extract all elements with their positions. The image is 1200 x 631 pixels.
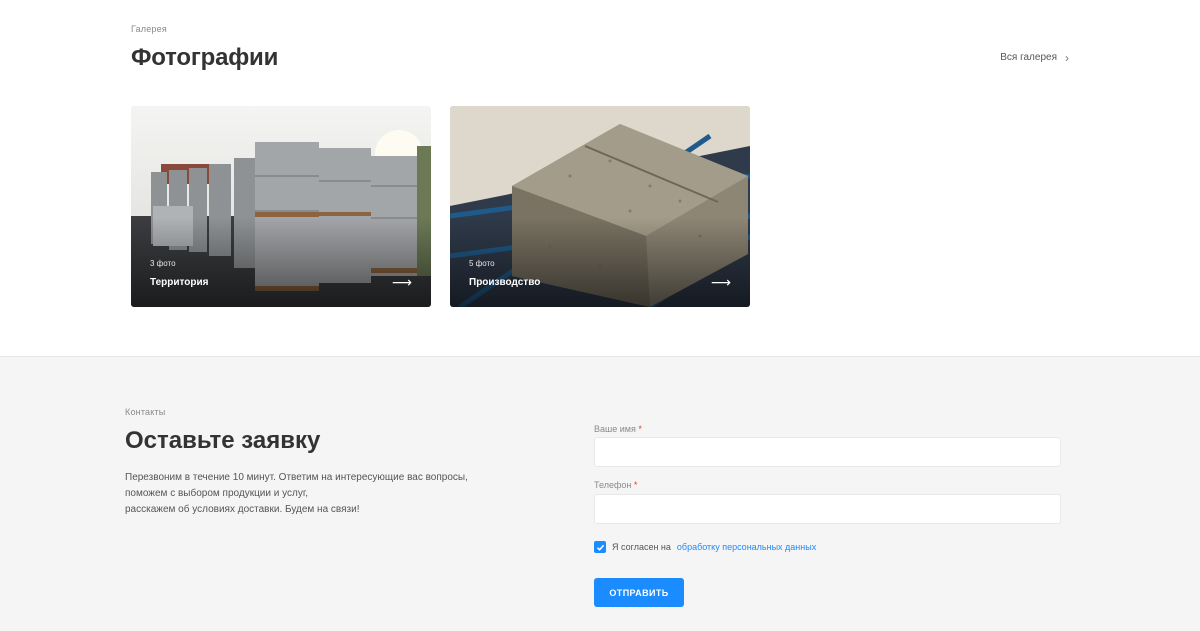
contact-description: Перезвоним в течение 10 минут. Ответим н… xyxy=(125,470,525,518)
gallery-card-territory[interactable]: 3 фото Территория ⟶ xyxy=(131,106,431,307)
name-input[interactable] xyxy=(594,437,1061,467)
consent-checkbox[interactable] xyxy=(594,541,606,553)
card-title: Производство xyxy=(469,277,541,288)
phone-label: Телефон * xyxy=(594,480,637,490)
gallery-section: Галерея Фотографии Вся галерея › 3 фото … xyxy=(0,0,1200,356)
chevron-right-icon: › xyxy=(1065,50,1069,65)
gallery-eyebrow: Галерея xyxy=(131,24,167,34)
card-photo-count: 3 фото xyxy=(150,259,176,268)
arrow-right-icon: ⟶ xyxy=(391,274,412,290)
gallery-card-production[interactable]: 5 фото Производство ⟶ xyxy=(450,106,750,307)
all-gallery-link[interactable]: Вся галерея › xyxy=(1000,50,1069,65)
card-shade xyxy=(131,217,431,307)
name-label-text: Ваше имя xyxy=(594,424,636,434)
card-photo-count: 5 фото xyxy=(469,259,495,268)
phone-label-text: Телефон xyxy=(594,480,632,490)
description-line: Перезвоним в течение 10 минут. Ответим н… xyxy=(125,472,468,483)
submit-button[interactable]: ОТПРАВИТЬ xyxy=(594,578,684,607)
contact-section: Контакты Оставьте заявку Перезвоним в те… xyxy=(0,356,1200,631)
privacy-policy-link[interactable]: обработку персональных данных xyxy=(677,542,816,552)
description-line: расскажем об условиях доставки. Будем на… xyxy=(125,504,360,515)
gallery-title: Фотографии xyxy=(131,44,279,71)
all-gallery-label: Вся галерея xyxy=(1000,52,1057,63)
check-icon xyxy=(596,544,604,551)
phone-input[interactable] xyxy=(594,494,1061,524)
card-shade xyxy=(450,217,750,307)
name-label: Ваше имя * xyxy=(594,424,642,434)
card-title: Территория xyxy=(150,277,209,288)
required-mark: * xyxy=(638,424,642,434)
contact-eyebrow: Контакты xyxy=(125,407,166,417)
description-line: поможем с выбором продукции и услуг, xyxy=(125,488,309,499)
consent-row: Я согласен на обработку персональных дан… xyxy=(594,541,816,553)
contact-title: Оставьте заявку xyxy=(125,427,321,454)
arrow-right-icon: ⟶ xyxy=(710,274,731,290)
consent-text: Я согласен на xyxy=(612,542,671,552)
required-mark: * xyxy=(633,480,638,490)
